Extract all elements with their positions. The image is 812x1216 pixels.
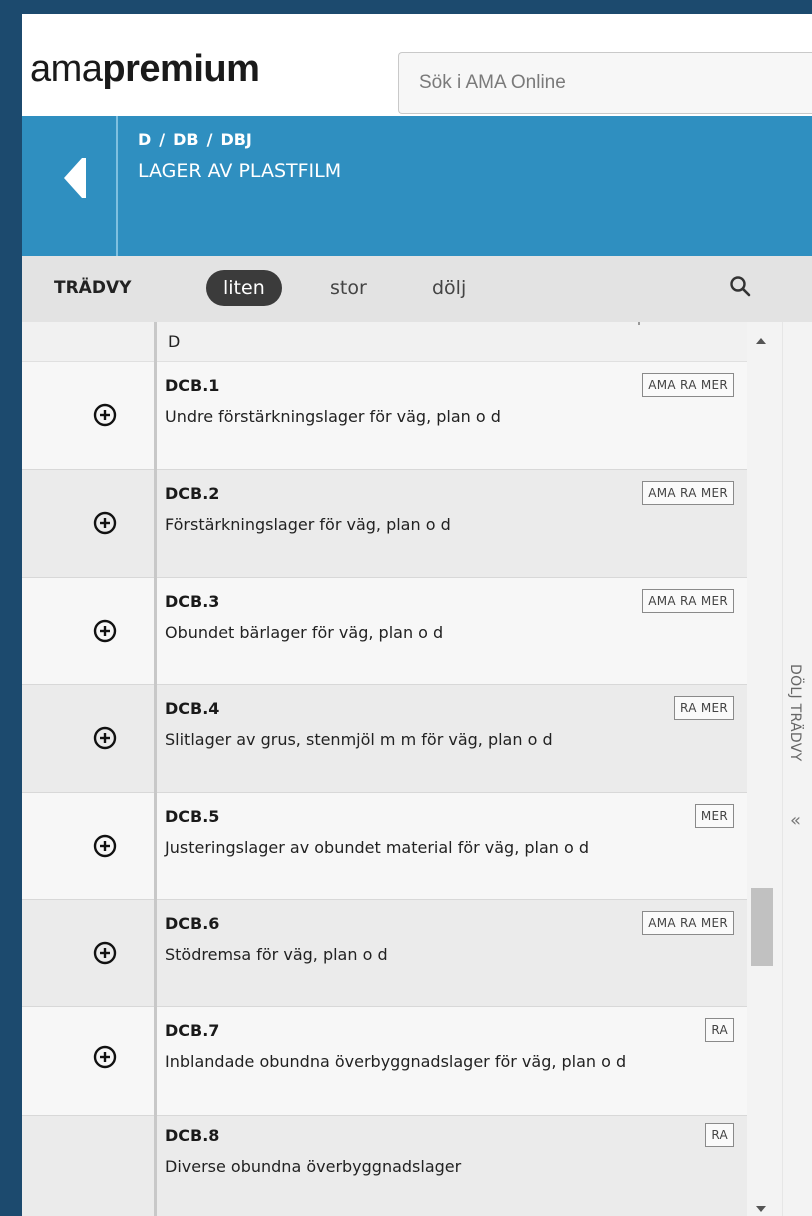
- row-tags-badge[interactable]: AMA RA MER: [642, 911, 734, 935]
- breadcrumb-separator: /: [206, 130, 213, 149]
- double-chevron-left-icon: «: [790, 810, 802, 831]
- scroll-up-arrow-icon[interactable]: [756, 338, 766, 344]
- row-tags-badge[interactable]: AMA RA MER: [642, 589, 734, 613]
- tree-row[interactable]: DCB.5 MER Justeringslager av obundet mat…: [22, 793, 747, 900]
- page-title: LAGER AV PLASTFILM: [138, 160, 342, 182]
- row-description: Inblandade obundna överbyggnadslager för…: [165, 1052, 627, 1071]
- logo-bold-text: premium: [102, 48, 260, 90]
- row-description: Stödremsa för väg, plan o d: [165, 945, 388, 964]
- scroll-down-arrow-icon[interactable]: [756, 1206, 766, 1212]
- row-tags-badge[interactable]: AMA RA MER: [642, 373, 734, 397]
- breadcrumb-item-db[interactable]: DB: [173, 130, 198, 149]
- expand-plus-icon[interactable]: [80, 713, 130, 763]
- tree-view-label: TRÄDVY: [54, 278, 132, 298]
- tree-row[interactable]: DCB.4 RA MER Slitlager av grus, stenmjöl…: [22, 685, 747, 793]
- brand-logo[interactable]: amapremium: [30, 48, 260, 91]
- back-button[interactable]: [22, 116, 118, 256]
- breadcrumb: D / DB / DBJ: [138, 130, 252, 149]
- row-description: Undre förstärkningslager för väg, plan o…: [165, 407, 501, 426]
- row-code: DCB.4: [165, 699, 220, 718]
- tree-root-row[interactable]: D: [22, 322, 747, 362]
- expand-plus-icon[interactable]: [80, 928, 130, 978]
- size-option-dolj[interactable]: dölj: [432, 277, 466, 299]
- tree-row[interactable]: DCB.1 AMA RA MER Undre förstärkningslage…: [22, 362, 747, 470]
- row-code: DCB.2: [165, 484, 220, 503]
- row-code: DCB.8: [165, 1126, 220, 1145]
- row-description: Justeringslager av obundet material för …: [165, 838, 590, 857]
- collapse-tree-toggle[interactable]: DÖLJ TRÄDVY «: [782, 322, 812, 1216]
- row-code: DCB.7: [165, 1021, 220, 1040]
- row-description: Förstärkningslager för väg, plan o d: [165, 515, 451, 534]
- scrollbar-thumb[interactable]: [751, 888, 773, 966]
- tree-row[interactable]: DCB.7 RA Inblandade obundna överbyggnads…: [22, 1007, 747, 1116]
- breadcrumb-item-d[interactable]: D: [138, 130, 151, 149]
- breadcrumb-separator: /: [159, 130, 166, 149]
- row-description: Slitlager av grus, stenmjöl m m för väg,…: [165, 730, 553, 749]
- collapse-tree-label: DÖLJ TRÄDVY: [787, 664, 803, 762]
- app-frame: amapremium D / DB / DBJ LAGER AV PLASTFILM T…: [22, 0, 812, 1216]
- tree-search-icon[interactable]: [726, 272, 756, 302]
- row-code: DCB.6: [165, 914, 220, 933]
- row-description: Diverse obundna överbyggnadslager: [165, 1157, 462, 1176]
- row-tags-badge[interactable]: MER: [694, 804, 734, 828]
- row-code: DCB.5: [165, 807, 220, 826]
- tree-row[interactable]: DCB.6 AMA RA MER Stödremsa för väg, plan…: [22, 900, 747, 1007]
- breadcrumb-banner: D / DB / DBJ LAGER AV PLASTFILM: [22, 116, 812, 256]
- row-code: DCB.3: [165, 592, 220, 611]
- expand-plus-icon[interactable]: [80, 390, 130, 440]
- row-tags-badge[interactable]: AMA RA MER: [642, 481, 734, 505]
- expand-plus-icon[interactable]: [80, 606, 130, 656]
- tree-row[interactable]: DCB.3 AMA RA MER Obundet bärlager för vä…: [22, 578, 747, 685]
- scroll-clip-mark: [638, 322, 640, 325]
- size-option-liten[interactable]: liten: [206, 270, 282, 306]
- tree-row[interactable]: DCB.2 AMA RA MER Förstärkningslager för …: [22, 470, 747, 578]
- tree-scrollbar[interactable]: [747, 322, 782, 1216]
- search-input[interactable]: [398, 52, 812, 114]
- tree-guide-line: [154, 322, 157, 1216]
- expand-plus-icon[interactable]: [80, 1032, 130, 1082]
- row-description: Obundet bärlager för väg, plan o d: [165, 623, 444, 642]
- breadcrumb-item-dbj[interactable]: DBJ: [220, 130, 251, 149]
- expand-plus-icon[interactable]: [80, 821, 130, 871]
- logo-light-text: ama: [30, 48, 103, 90]
- top-header: amapremium: [22, 0, 812, 116]
- row-tags-badge[interactable]: RA: [705, 1018, 734, 1042]
- tree-root-label: D: [168, 332, 181, 351]
- row-tags-badge[interactable]: RA: [705, 1123, 734, 1147]
- tree-toolbar: TRÄDVY liten stor dölj: [22, 256, 812, 322]
- tree-list: D DCB.1 AMA RA MER Undre förstärkningsla…: [22, 322, 782, 1216]
- row-code: DCB.1: [165, 376, 220, 395]
- expand-plus-icon[interactable]: [80, 498, 130, 548]
- tree-row[interactable]: DCB.8 RA Diverse obundna överbyggnadslag…: [22, 1116, 747, 1216]
- size-option-stor[interactable]: stor: [330, 277, 367, 299]
- row-tags-badge[interactable]: RA MER: [674, 696, 734, 720]
